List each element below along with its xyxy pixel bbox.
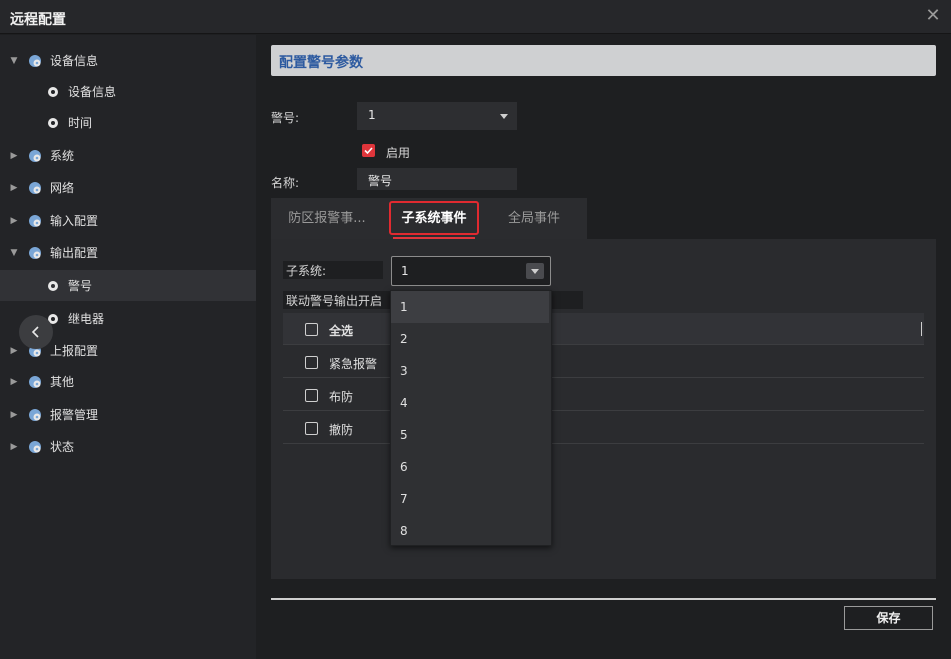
subsystem-select-value: 1 — [401, 264, 409, 278]
tree-item-other[interactable]: ▶ 其他 — [0, 366, 256, 397]
tree-item-system[interactable]: ▶ 系统 — [0, 140, 256, 171]
row-label: 紧急报警 — [329, 357, 378, 371]
tree-item-input-config[interactable]: ▶ 输入配置 — [0, 205, 256, 236]
tree-item-device-info-sub[interactable]: 设备信息 — [0, 76, 256, 107]
window-title: 远程配置 — [10, 12, 66, 28]
subsystem-label: 子系统: — [283, 261, 383, 279]
name-label: 名称: — [271, 176, 300, 190]
footer-divider — [271, 598, 936, 600]
tree-item-device-info[interactable]: ▼ 设备信息 — [0, 45, 256, 76]
tree-item-label: 设备信息 — [68, 85, 117, 99]
caret-down-icon — [500, 114, 508, 119]
check-icon — [364, 147, 373, 155]
gear-cluster-icon — [29, 181, 41, 194]
select-all-label: 全选 — [329, 324, 354, 338]
tree-item-alarm-management[interactable]: ▶ 报警管理 — [0, 399, 256, 430]
name-input-value: 警号 — [368, 174, 393, 188]
enable-checkbox[interactable] — [362, 144, 375, 157]
tree-item-label: 警号 — [68, 279, 93, 293]
dropdown-option[interactable]: 8 — [391, 515, 551, 547]
dropdown-option[interactable]: 1 — [391, 291, 549, 323]
back-nav-button[interactable] — [19, 315, 53, 349]
section-header: 配置警号参数 — [271, 45, 936, 76]
dropdown-option[interactable]: 4 — [391, 387, 551, 419]
row-checkbox[interactable] — [305, 389, 318, 402]
row-checkbox[interactable] — [305, 422, 318, 435]
dropdown-option[interactable]: 2 — [391, 323, 551, 355]
caret-down-icon — [531, 269, 539, 274]
dropdown-option[interactable]: 6 — [391, 451, 551, 483]
dropdown-option[interactable]: 7 — [391, 483, 551, 515]
chevron-left-icon — [31, 326, 39, 338]
collapsed-caret-icon[interactable]: ▶ — [9, 183, 19, 193]
dropdown-option[interactable]: 3 — [391, 355, 551, 387]
row-label: 布防 — [329, 390, 354, 404]
tree-item-label: 时间 — [68, 116, 93, 130]
tree-item-label: 上报配置 — [50, 344, 99, 358]
siren-label: 警号: — [271, 111, 300, 125]
tree-item-output-config[interactable]: ▼ 输出配置 — [0, 237, 256, 268]
table-header-row: 全选 — [283, 313, 924, 345]
expanded-caret-icon[interactable]: ▼ — [9, 248, 19, 258]
tree-item-time[interactable]: 时间 — [0, 107, 256, 138]
name-input[interactable]: 警号 — [357, 168, 517, 190]
collapsed-caret-icon[interactable]: ▶ — [9, 346, 19, 356]
collapsed-caret-icon[interactable]: ▶ — [9, 442, 19, 452]
row-checkbox[interactable] — [305, 356, 318, 369]
tab-zone-alarm-events[interactable]: 防区报警事... — [271, 198, 383, 239]
gear-icon — [48, 117, 58, 128]
tree-item-label: 其他 — [50, 375, 75, 389]
tree-item-label: 状态 — [50, 440, 75, 454]
gear-cluster-icon — [29, 440, 41, 453]
collapsed-caret-icon[interactable]: ▶ — [9, 151, 19, 161]
tree-item-label: 继电器 — [68, 312, 105, 326]
tree-item-label: 设备信息 — [50, 54, 99, 68]
row-label: 撤防 — [329, 423, 354, 437]
table-row[interactable]: 紧急报警 — [283, 346, 924, 378]
main-panel: 配置警号参数 警号: 1 启用 名称: 警号 防区报警事... 子系统事件 全局… — [257, 35, 951, 659]
dropdown-option[interactable]: 5 — [391, 419, 551, 451]
gear-cluster-icon — [29, 246, 41, 259]
tree-item-label: 系统 — [50, 149, 75, 163]
gear-cluster-icon — [29, 214, 41, 227]
select-all-checkbox[interactable] — [305, 323, 318, 336]
expanded-caret-icon[interactable]: ▼ — [9, 56, 19, 66]
column-resize-handle[interactable] — [921, 322, 922, 336]
collapsed-caret-icon[interactable]: ▶ — [9, 216, 19, 226]
tab-global-events[interactable]: 全局事件 — [487, 198, 581, 239]
title-bar: 远程配置 ✕ — [0, 0, 951, 34]
subsystem-dropdown-list: 1 2 3 4 5 6 7 8 — [390, 290, 552, 546]
tree-item-label: 输入配置 — [50, 214, 99, 228]
tab-content-panel: 子系统: 1 联动警号输出开启 全选 紧急报警 布防 撤防 — [271, 239, 936, 579]
table-row[interactable]: 布防 — [283, 379, 924, 411]
collapsed-caret-icon[interactable]: ▶ — [9, 410, 19, 420]
gear-cluster-icon — [29, 375, 41, 388]
gear-icon — [48, 86, 58, 97]
siren-select-value: 1 — [368, 108, 376, 122]
section-title: 配置警号参数 — [279, 55, 363, 71]
tree-item-siren[interactable]: 警号 — [0, 270, 256, 301]
gear-icon — [48, 280, 58, 291]
enable-label: 启用 — [386, 146, 411, 160]
gear-cluster-icon — [29, 408, 41, 421]
tree-item-status[interactable]: ▶ 状态 — [0, 431, 256, 462]
tree-item-network[interactable]: ▶ 网络 — [0, 172, 256, 203]
siren-select[interactable]: 1 — [357, 102, 517, 130]
subsystem-select[interactable]: 1 — [391, 256, 551, 286]
dropdown-arrow-button[interactable] — [526, 263, 544, 279]
tab-subsystem-events[interactable]: 子系统事件 — [389, 198, 479, 239]
save-button[interactable]: 保存 — [844, 606, 933, 630]
tree-item-label: 报警管理 — [50, 408, 99, 422]
tab-bar: 防区报警事... 子系统事件 全局事件 — [271, 198, 587, 239]
tree-item-label: 网络 — [50, 181, 75, 195]
gear-cluster-icon — [29, 149, 41, 162]
gear-cluster-icon — [29, 54, 41, 67]
tree-item-label: 输出配置 — [50, 246, 99, 260]
collapsed-caret-icon[interactable]: ▶ — [9, 377, 19, 387]
table-row[interactable]: 撤防 — [283, 412, 924, 444]
close-icon[interactable]: ✕ — [923, 6, 943, 26]
